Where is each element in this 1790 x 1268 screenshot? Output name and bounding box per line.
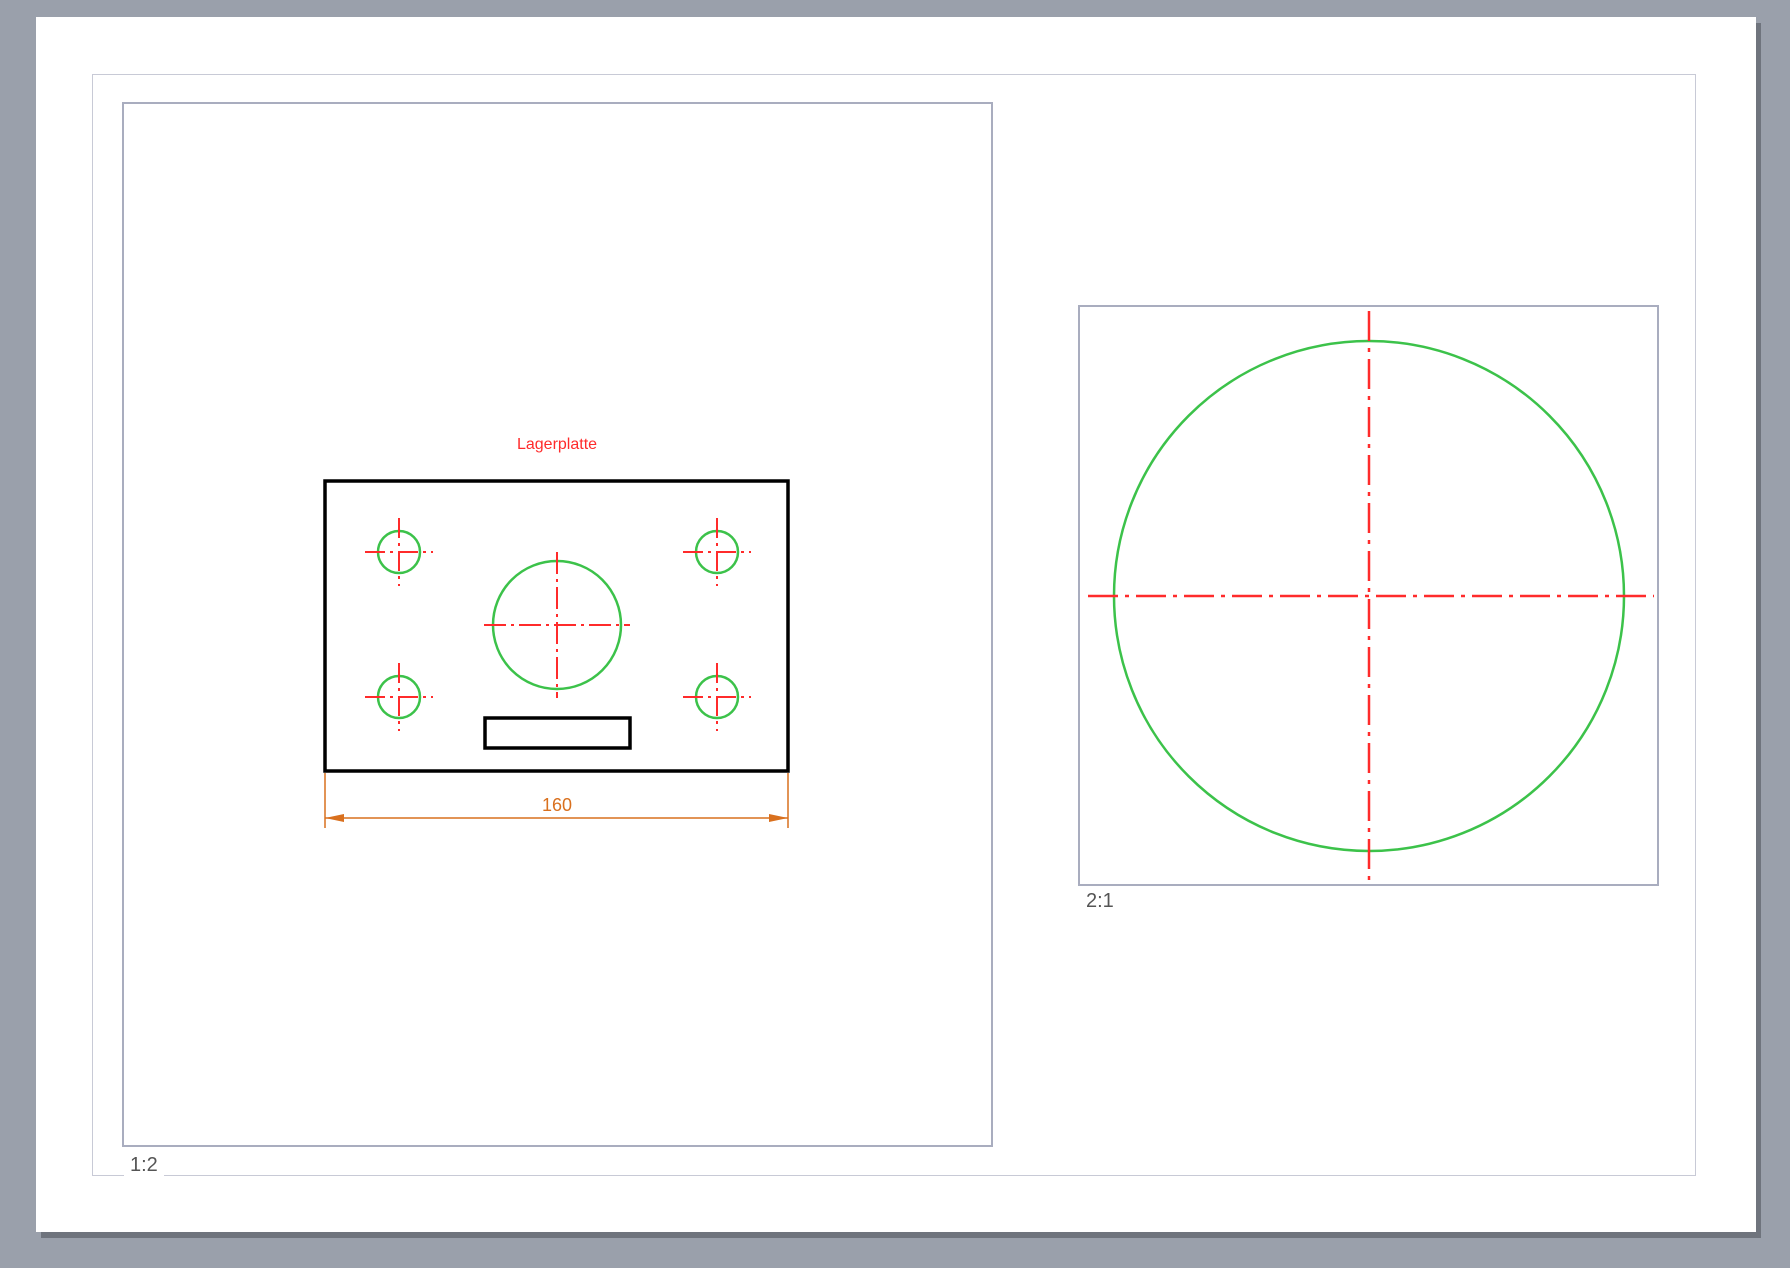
mounting-hole-top-left[interactable] (365, 518, 433, 586)
width-dimension-text: 160 (542, 795, 572, 815)
mounting-hole-top-right[interactable] (683, 518, 751, 586)
part-title: Lagerplatte (517, 436, 597, 453)
main-view-viewport[interactable]: Lagerplatte 160 (122, 102, 993, 1147)
detail-view-drawing (1088, 311, 1654, 881)
main-view-drawing: Lagerplatte 160 (323, 436, 790, 828)
detail-view-scale-label: 2:1 (1080, 890, 1120, 913)
detail-view-viewport[interactable] (1078, 305, 1659, 886)
plate-slot[interactable] (483, 716, 632, 750)
drawing-sheet: Lagerplatte 160 1:2 2:1 (36, 17, 1756, 1232)
mounting-hole-bottom-left[interactable] (365, 663, 433, 731)
mounting-hole-bottom-right[interactable] (683, 663, 751, 731)
main-view-scale-label: 1:2 (124, 1154, 164, 1177)
